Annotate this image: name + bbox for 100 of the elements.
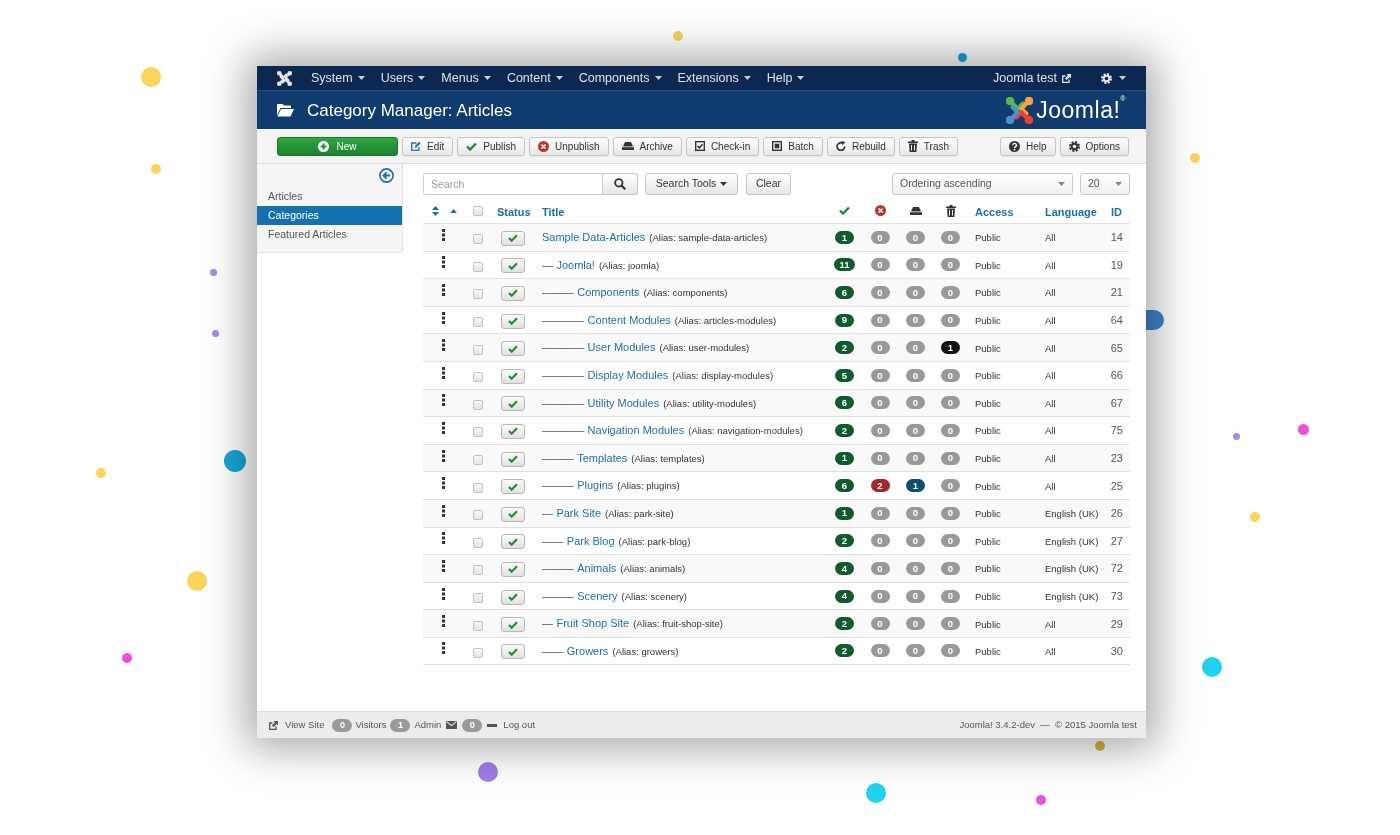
count-badge[interactable]: 0 [870, 644, 890, 658]
count-badge[interactable]: 0 [906, 423, 925, 437]
logo-icon[interactable] [277, 70, 292, 86]
category-link[interactable]: Park Blog [566, 532, 615, 550]
toolbar-button[interactable]: Archive [612, 136, 682, 156]
count-badge[interactable]: 0 [906, 561, 925, 575]
count-badge[interactable]: 6 [835, 396, 854, 410]
checkbox[interactable] [472, 565, 483, 576]
publish-toggle-button[interactable] [501, 644, 525, 660]
toolbar-button[interactable]: Unpublish [529, 136, 609, 156]
count-badge[interactable]: 0 [870, 423, 890, 437]
nav-menu-item[interactable]: Components [578, 71, 662, 85]
count-badge[interactable]: 0 [941, 451, 960, 465]
publish-toggle-button[interactable] [501, 589, 525, 605]
title-header[interactable]: Title [542, 205, 565, 218]
nav-menu-item[interactable]: Menus [441, 71, 491, 85]
count-badge[interactable]: 0 [870, 286, 890, 299]
count-badge[interactable]: 2 [835, 423, 854, 437]
count-badge[interactable]: 0 [870, 368, 890, 382]
publish-toggle-button[interactable] [501, 341, 525, 357]
checkbox[interactable] [472, 289, 483, 300]
category-link[interactable]: Growers [566, 642, 609, 660]
count-badge[interactable]: 0 [870, 258, 890, 272]
count-badge[interactable]: 0 [906, 258, 925, 272]
checkbox[interactable] [472, 427, 483, 438]
id-header[interactable]: ID [1111, 205, 1122, 218]
nav-menu-item[interactable]: Content [506, 71, 563, 85]
publish-toggle-button[interactable] [501, 368, 525, 384]
search-field[interactable]: Search [423, 173, 603, 195]
count-badge[interactable]: 0 [941, 230, 960, 244]
drag-handle-icon[interactable] [441, 559, 445, 572]
checkbox[interactable] [472, 372, 483, 383]
publish-toggle-button[interactable] [501, 617, 525, 633]
caret-up-icon[interactable] [450, 208, 457, 213]
checkbox[interactable] [472, 317, 483, 328]
count-badge[interactable]: 0 [870, 561, 890, 575]
count-badge[interactable]: 0 [941, 423, 960, 437]
count-badge[interactable]: 1 [906, 479, 925, 493]
publish-toggle-button[interactable] [501, 561, 525, 577]
view-site-link[interactable]: View Site [269, 717, 325, 733]
count-badge[interactable]: 1 [835, 506, 854, 520]
ordering-select[interactable]: Ordering ascending [892, 173, 1073, 195]
count-badge[interactable]: 6 [835, 286, 854, 299]
trash-icon[interactable] [945, 204, 956, 217]
access-header[interactable]: Access [975, 205, 1014, 218]
drag-handle-icon[interactable] [441, 228, 445, 241]
toolbar-button[interactable]: Trash [898, 136, 959, 156]
checkbox[interactable] [472, 620, 483, 631]
logout-link[interactable]: Log out [487, 717, 536, 733]
toolbar-button[interactable]: Check-in [685, 136, 760, 156]
count-badge[interactable]: 0 [941, 506, 960, 520]
count-badge[interactable]: 1 [835, 230, 854, 244]
nav-menu-item[interactable]: Users [380, 71, 426, 85]
drag-handle-icon[interactable] [441, 449, 445, 462]
count-badge[interactable]: 0 [941, 368, 960, 382]
count-badge[interactable]: 0 [941, 561, 960, 575]
count-badge[interactable]: 4 [835, 561, 854, 575]
category-link[interactable]: Utility Modules [587, 394, 660, 412]
toolbar-button[interactable]: Options [1059, 136, 1129, 156]
toolbar-button[interactable]: New [277, 136, 398, 156]
search-button[interactable] [603, 173, 638, 195]
publish-toggle-button[interactable] [501, 258, 525, 274]
count-badge[interactable]: 0 [870, 534, 890, 548]
count-badge[interactable]: 0 [906, 341, 925, 355]
category-link[interactable]: Animals [577, 560, 617, 577]
drag-handle-icon[interactable] [441, 284, 445, 296]
count-badge[interactable]: 2 [835, 534, 854, 548]
toolbar-button[interactable]: Edit [402, 136, 454, 156]
checkbox[interactable] [472, 482, 483, 493]
toolbar-button[interactable]: Publish [457, 136, 526, 156]
publish-toggle-button[interactable] [501, 286, 525, 301]
nav-menu-item[interactable]: System [311, 71, 365, 85]
checkbox[interactable] [472, 537, 483, 548]
category-link[interactable]: Joomla! [556, 256, 595, 274]
count-badge[interactable]: 0 [941, 589, 960, 603]
checkbox[interactable] [472, 344, 483, 355]
count-badge[interactable]: 0 [906, 396, 925, 410]
category-link[interactable]: Plugins [577, 477, 614, 494]
sidebar-item[interactable]: Articles [257, 187, 402, 206]
count-badge[interactable]: 0 [941, 617, 960, 631]
checkbox[interactable] [472, 205, 483, 216]
count-badge[interactable]: 9 [835, 313, 854, 327]
count-badge[interactable]: 0 [941, 286, 960, 299]
count-badge[interactable]: 2 [835, 617, 854, 631]
count-badge[interactable]: 5 [835, 368, 854, 382]
drag-handle-icon[interactable] [441, 394, 445, 407]
category-link[interactable]: Content Modules [587, 311, 671, 329]
language-header[interactable]: Language [1045, 205, 1097, 218]
checkbox[interactable] [472, 647, 483, 658]
drag-handle-icon[interactable] [441, 339, 445, 352]
status-header[interactable]: Status [497, 205, 531, 218]
drag-handle-icon[interactable] [441, 421, 445, 434]
count-badge[interactable]: 0 [870, 506, 890, 520]
drag-handle-icon[interactable] [441, 504, 445, 517]
count-badge[interactable]: 0 [906, 506, 925, 520]
count-badge[interactable]: 6 [835, 479, 854, 493]
count-badge[interactable]: 0 [906, 368, 925, 382]
count-badge[interactable]: 2 [835, 341, 854, 355]
sort-icon[interactable] [432, 205, 439, 216]
category-link[interactable]: Templates [577, 449, 628, 467]
